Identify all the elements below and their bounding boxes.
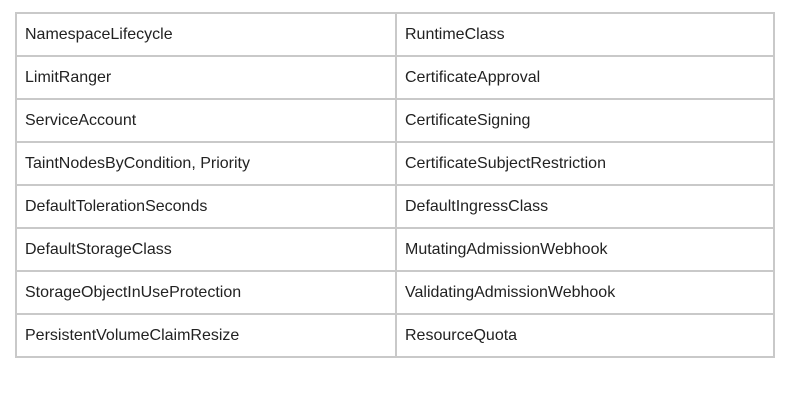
table-cell: DefaultTolerationSeconds [15,184,397,229]
table-row: LimitRanger CertificateApproval [15,55,775,100]
admission-plugins-table-container: NamespaceLifecycle RuntimeClass LimitRan… [15,12,775,358]
table-cell: ServiceAccount [15,98,397,143]
table-cell: NamespaceLifecycle [15,12,397,57]
table-cell: DefaultStorageClass [15,227,397,272]
table-row: PersistentVolumeClaimResize ResourceQuot… [15,313,775,358]
table-row: TaintNodesByCondition, Priority Certific… [15,141,775,186]
table-cell: StorageObjectInUseProtection [15,270,397,315]
table-cell: ValidatingAdmissionWebhook [395,270,775,315]
table-cell: CertificateSigning [395,98,775,143]
table-cell: ResourceQuota [395,313,775,358]
table-row: DefaultStorageClass MutatingAdmissionWeb… [15,227,775,272]
table-cell: DefaultIngressClass [395,184,775,229]
table-cell: CertificateSubjectRestriction [395,141,775,186]
table-cell: TaintNodesByCondition, Priority [15,141,397,186]
table-cell: LimitRanger [15,55,397,100]
table-cell: RuntimeClass [395,12,775,57]
admission-plugins-table: NamespaceLifecycle RuntimeClass LimitRan… [15,12,775,358]
table-row: DefaultTolerationSeconds DefaultIngressC… [15,184,775,229]
table-row: StorageObjectInUseProtection ValidatingA… [15,270,775,315]
table-row: ServiceAccount CertificateSigning [15,98,775,143]
table-cell: PersistentVolumeClaimResize [15,313,397,358]
table-row: NamespaceLifecycle RuntimeClass [15,12,775,57]
table-cell: MutatingAdmissionWebhook [395,227,775,272]
table-cell: CertificateApproval [395,55,775,100]
